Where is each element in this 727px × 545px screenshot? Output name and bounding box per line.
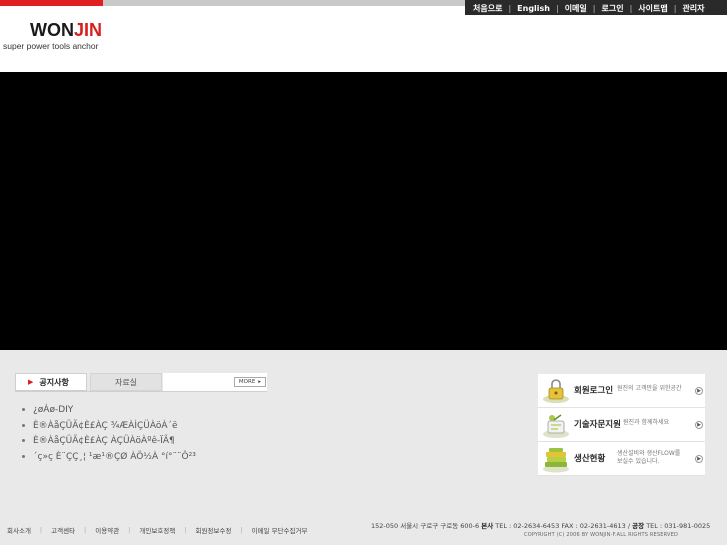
quick-link-title: 생산현황 [574,454,606,464]
footer-separator: | [39,526,43,534]
arrow-right-icon: ▶ [695,387,703,395]
top-nav-email[interactable]: 이메일 [562,3,590,14]
quick-link-desc: 원진과 함께하세요 [623,419,670,426]
footer-link-company[interactable]: 회사소개 [7,525,31,535]
footer-link-customer-center[interactable]: 고객센타 [51,525,75,535]
bullet-icon [22,454,25,458]
logo-tagline: super power tools anchor [3,41,99,51]
factory-label: 공장 [632,522,645,530]
tab-notice-label: 공지사항 [39,377,69,387]
list-item[interactable]: È®ÀåÇÜÃ¢È£ÀÇ ÀÇÜÀöÀºê-ÏÃ¶ [22,434,352,450]
more-label: MORE [238,379,256,385]
arrow-right-icon: ▶ [695,455,703,463]
notice-title: ¿øÁø-DIY [33,405,74,415]
footer-nav: 회사소개 | 고객센타 | 이용약관 | 개인보호정책 | 회원정보수정 | 이… [7,525,307,535]
quick-link-title: 회원로그인 [574,386,614,396]
top-gray-strip [103,0,465,6]
logo-part-won: WON [30,20,74,40]
top-nav: 처음으로 | English | 이메일 | 로그인 | 사이트맵 | 관리자 [470,2,725,14]
notice-title: ´ç»ç È¨ÇÇ¸¦ ¹æ¹®ÇØ ÀÖ½À °í°¨¨Ô²³ [33,451,196,462]
top-nav-sitemap[interactable]: 사이트맵 [635,3,670,14]
tab-underline [15,391,267,392]
top-nav-english[interactable]: English [514,4,553,13]
footer-link-edit-member[interactable]: 회원정보수정 [195,525,231,535]
footer-link-privacy[interactable]: 개인보호정책 [139,525,175,535]
bullet-icon [22,439,25,442]
quick-link-desc: 원진의 고객만을 위한공간 [617,385,682,392]
more-button[interactable]: MORE ▸ [234,377,266,387]
top-nav-login[interactable]: 로그인 [598,3,626,14]
books-icon [543,448,569,473]
quick-link-production[interactable]: 생산현황 생산설비와 생산FLOW를 보실수 있습니다. ▶ [538,442,705,476]
tab-archive-label: 자료실 [114,377,138,387]
notice-list: ¿øÁø-DIY È®ÀåÇÜÃ¢È£ÀÇ ¾ÆÀÌÇÜÀöÀ´ë È®ÀåÇÜ… [22,403,352,465]
top-nav-admin[interactable]: 관리자 [679,3,707,14]
footer-separator: | [240,526,243,534]
logo[interactable]: WONJIN [30,21,102,39]
top-nav-separator: | [508,3,512,13]
chevron-right-icon: ▸ [258,379,262,385]
footer-separator: | [184,526,187,534]
list-item[interactable]: ¿øÁø-DIY [22,403,352,419]
footer-address: 152-050 서울시 구로구 구로동 600-6 본사 TEL : 02-26… [371,522,711,530]
arrow-right-icon: ▶ [695,421,703,429]
tab-notice[interactable]: ▶ 공지사항 [15,373,87,391]
quick-links: 회원로그인 원진의 고객만을 위한공간 ▶ 기술자문지원 원진과 함께하세요 ▶… [538,374,705,476]
header [0,15,727,72]
footer-link-email-refusal[interactable]: 이메일 무단수집거부 [252,525,308,535]
quick-link-member-login[interactable]: 회원로그인 원진의 고객만을 위한공간 ▶ [538,374,705,408]
top-red-strip [0,0,103,6]
list-item[interactable]: È®ÀåÇÜÃ¢È£ÀÇ ¾ÆÀÌÇÜÀöÀ´ë [22,419,352,435]
bullet-icon [22,408,25,411]
board-tabs: ▶ 공지사항 자료실 MORE ▸ [15,373,267,393]
hq-label: 본사 [481,522,494,530]
footer-link-terms[interactable]: 이용약관 [95,525,119,535]
copyright: COPYRIGHT (C) 2006 BY WONJIN-F.ALL RIGHT… [524,532,679,538]
footer-separator: | [128,526,131,534]
hero-banner [0,72,727,350]
top-nav-home[interactable]: 처음으로 [470,3,505,14]
list-item[interactable]: ´ç»ç È¨ÇÇ¸¦ ¹æ¹®ÇØ ÀÖ½À °í°¨¨Ô²³ [22,450,352,466]
lock-icon [543,379,569,403]
tech-support-icon [543,414,569,438]
quick-link-tech-support[interactable]: 기술자문지원 원진과 함께하세요 ▶ [538,408,705,442]
tab-archive[interactable]: 자료실 [90,373,162,391]
footer-separator: | [84,526,87,534]
notice-title: È®ÀåÇÜÃ¢È£ÀÇ ¾ÆÀÌÇÜÀöÀ´ë [33,420,178,431]
top-nav-separator: | [629,3,633,13]
quick-link-desc: 생산설비와 생산FLOW를 보실수 있습니다. [617,450,681,465]
top-nav-separator: | [555,3,559,13]
top-nav-separator: | [592,3,596,13]
quick-link-title: 기술자문지원 [574,420,621,430]
logo-part-jin: JIN [74,20,103,40]
top-nav-separator: | [673,3,677,13]
notice-title: È®ÀåÇÜÃ¢È£ÀÇ ÀÇÜÀöÀºê-ÏÃ¶ [33,436,175,446]
triangle-right-icon: ▶ [28,378,34,386]
bullet-icon [22,423,25,427]
